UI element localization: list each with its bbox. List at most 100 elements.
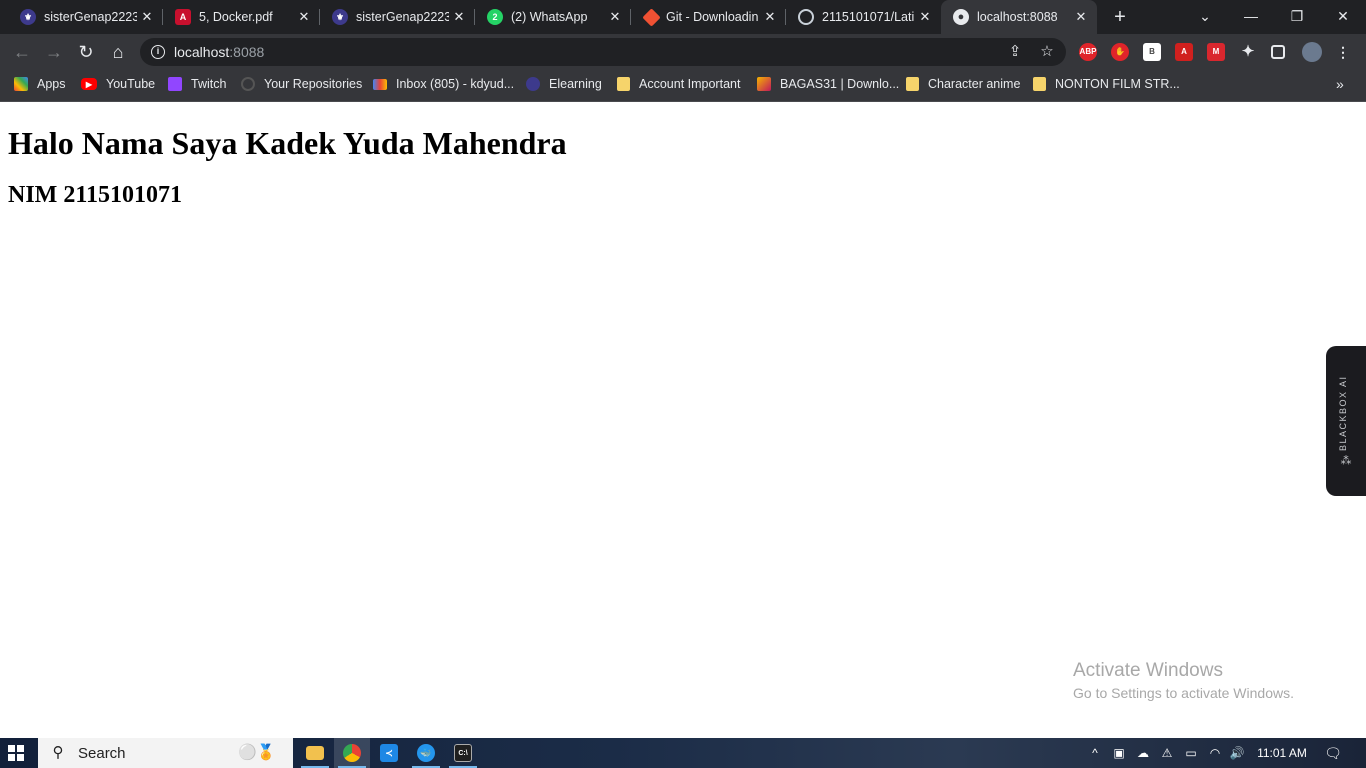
- whatsapp-icon: 2: [487, 9, 503, 25]
- close-window-button[interactable]: ✕: [1320, 0, 1366, 34]
- tab-github-repo[interactable]: 2115101071/Latih ✕: [786, 0, 941, 34]
- minimize-button[interactable]: —: [1228, 0, 1274, 34]
- taskbar-chrome[interactable]: [334, 738, 370, 768]
- chrome-icon: [343, 744, 361, 762]
- tab-sistergenap-2[interactable]: ⚜ sisterGenap2223 ✕: [320, 0, 475, 34]
- bookmark-star-icon[interactable]: ☆: [1038, 43, 1056, 61]
- close-tab-icon[interactable]: ✕: [915, 9, 935, 25]
- close-tab-icon[interactable]: ✕: [1071, 9, 1091, 25]
- meet-now-icon[interactable]: ▣: [1111, 745, 1127, 761]
- university-icon: ⚜: [20, 9, 36, 25]
- taskbar-docker[interactable]: 🐳: [408, 738, 444, 768]
- watermark-title: Activate Windows: [1073, 660, 1223, 681]
- taskbar-vscode[interactable]: ≺: [371, 738, 407, 768]
- bookmark-your-repositories[interactable]: Your Repositories: [241, 70, 362, 98]
- home-button[interactable]: ⌂: [104, 38, 132, 66]
- extensions-puzzle-icon[interactable]: ✦: [1239, 43, 1257, 61]
- bookmark-label: YouTube: [106, 77, 156, 91]
- folder-icon: [617, 77, 630, 91]
- blackbox-ai-label: BLACKBOX AI: [1338, 375, 1348, 451]
- address-host: localhost: [174, 44, 230, 60]
- bookmark-folder-nonton-film[interactable]: NONTON FILM STR...: [1033, 70, 1180, 98]
- tab-search-button[interactable]: ⌄: [1182, 0, 1228, 34]
- blackbox-ai-sidebar-tab[interactable]: BLACKBOX AI ⁂: [1326, 346, 1366, 496]
- taskbar-clock[interactable]: 11:01 AM: [1254, 738, 1310, 768]
- tab-sistergenap-1[interactable]: ⚜ sisterGenap2223 ✕: [0, 0, 163, 34]
- search-label: Search: [78, 744, 126, 762]
- close-tab-icon[interactable]: ✕: [137, 9, 157, 25]
- close-tab-icon[interactable]: ✕: [760, 9, 780, 25]
- bookmark-folder-character-anime[interactable]: Character anime: [906, 70, 1020, 98]
- address-port: :8088: [229, 44, 265, 60]
- pdf-extension-icon[interactable]: A: [1175, 43, 1193, 61]
- search-highlight-icon: ⚪🏅: [238, 744, 276, 761]
- site-info-icon[interactable]: i: [151, 45, 165, 59]
- github-icon: [798, 9, 814, 25]
- wifi-icon[interactable]: ◠: [1207, 745, 1223, 761]
- bookmark-label: Elearning: [549, 77, 602, 91]
- tab-whatsapp[interactable]: 2 (2) WhatsApp ✕: [475, 0, 631, 34]
- taskbar-search-box[interactable]: ⚲ Search ⚪🏅: [38, 738, 293, 768]
- tab-title: localhost:8088: [977, 10, 1058, 24]
- reload-button[interactable]: ↻: [72, 38, 100, 66]
- back-button[interactable]: ←: [8, 38, 36, 66]
- vscode-icon: ≺: [380, 744, 398, 762]
- bookmark-apps[interactable]: Apps: [14, 70, 66, 98]
- tab-title: 2115101071/Latih: [822, 10, 915, 24]
- show-hidden-icons-chevron-icon[interactable]: ^: [1087, 745, 1103, 761]
- bookmark-youtube[interactable]: ▶ YouTube: [81, 70, 155, 98]
- activate-windows-watermark: Activate Windows Go to Settings to activ…: [1073, 660, 1294, 701]
- globe-icon: ●: [953, 9, 969, 25]
- battery-icon[interactable]: ▭: [1183, 745, 1199, 761]
- security-alert-icon[interactable]: ⚠: [1159, 745, 1175, 761]
- bookmark-label: Twitch: [191, 77, 227, 91]
- new-tab-button[interactable]: +: [1108, 5, 1132, 29]
- bagas31-icon: [757, 77, 771, 91]
- browser-toolbar: ← → ↻ ⌂ i localhost :8088 ⇪ ☆: [0, 34, 1366, 70]
- bookmarks-overflow-chevron-icon[interactable]: »: [1336, 70, 1344, 98]
- forward-button[interactable]: →: [40, 38, 68, 66]
- windows-taskbar: ⚲ Search ⚪🏅 ≺ 🐳 C:\ ^ ▣ ☁ ⚠ ▭ ◠ 🔊 11:01 …: [0, 738, 1366, 768]
- side-panel-icon[interactable]: [1271, 45, 1285, 59]
- hand-stop-icon[interactable]: ✋: [1111, 43, 1129, 61]
- notification-center-icon[interactable]: 🗨: [1324, 745, 1342, 761]
- tab-git[interactable]: Git - Downloadin ✕: [631, 0, 786, 34]
- taskbar-file-explorer[interactable]: [297, 738, 333, 768]
- menu-kebab-icon[interactable]: ⋮: [1334, 43, 1352, 61]
- tab-title: sisterGenap2223: [44, 10, 137, 24]
- github-icon: [241, 77, 255, 91]
- bookmark-twitch[interactable]: Twitch: [168, 70, 226, 98]
- youtube-icon: ▶: [81, 78, 97, 90]
- close-tab-icon[interactable]: ✕: [294, 9, 314, 25]
- command-prompt-icon: C:\: [454, 744, 472, 762]
- address-bar[interactable]: i localhost :8088 ⇪ ☆: [140, 38, 1066, 66]
- close-tab-icon[interactable]: ✕: [605, 9, 625, 25]
- close-tab-icon[interactable]: ✕: [449, 9, 469, 25]
- bookmark-label: Inbox (805) - kdyud...: [396, 77, 515, 91]
- bookmark-gmail-inbox[interactable]: Inbox (805) - kdyud...: [373, 70, 514, 98]
- tab-title: Git - Downloadin: [666, 10, 759, 24]
- volume-icon[interactable]: 🔊: [1229, 745, 1245, 761]
- page-heading: Halo Nama Saya Kadek Yuda Mahendra: [8, 125, 567, 161]
- tab-docker-pdf[interactable]: A 5, Docker.pdf ✕: [163, 0, 320, 34]
- mega-icon[interactable]: M: [1207, 43, 1225, 61]
- pdf-icon: A: [175, 9, 191, 25]
- adblock-plus-icon[interactable]: ABP: [1079, 43, 1097, 61]
- onedrive-cloud-icon[interactable]: ☁: [1135, 745, 1151, 761]
- bookmark-label: NONTON FILM STR...: [1055, 77, 1180, 91]
- share-icon[interactable]: ⇪: [1006, 43, 1024, 61]
- taskbar-command-prompt[interactable]: C:\: [445, 738, 481, 768]
- bookmark-label: Character anime: [928, 77, 1021, 91]
- bookmark-folder-account-important[interactable]: Account Important: [617, 70, 740, 98]
- windows-start-button[interactable]: [8, 745, 24, 761]
- bookmark-bagas31[interactable]: BAGAS31 | Downlo...: [757, 70, 899, 98]
- profile-avatar-icon[interactable]: [1302, 42, 1322, 62]
- folder-icon: [906, 77, 919, 91]
- tab-localhost[interactable]: ● localhost:8088 ✕: [941, 0, 1097, 34]
- university-icon: ⚜: [332, 9, 348, 25]
- gmail-icon: [373, 78, 387, 90]
- restore-button[interactable]: ❐: [1274, 0, 1320, 34]
- b-extension-icon[interactable]: B: [1143, 43, 1161, 61]
- twitch-icon: [168, 77, 182, 91]
- bookmark-elearning[interactable]: Elearning: [526, 70, 602, 98]
